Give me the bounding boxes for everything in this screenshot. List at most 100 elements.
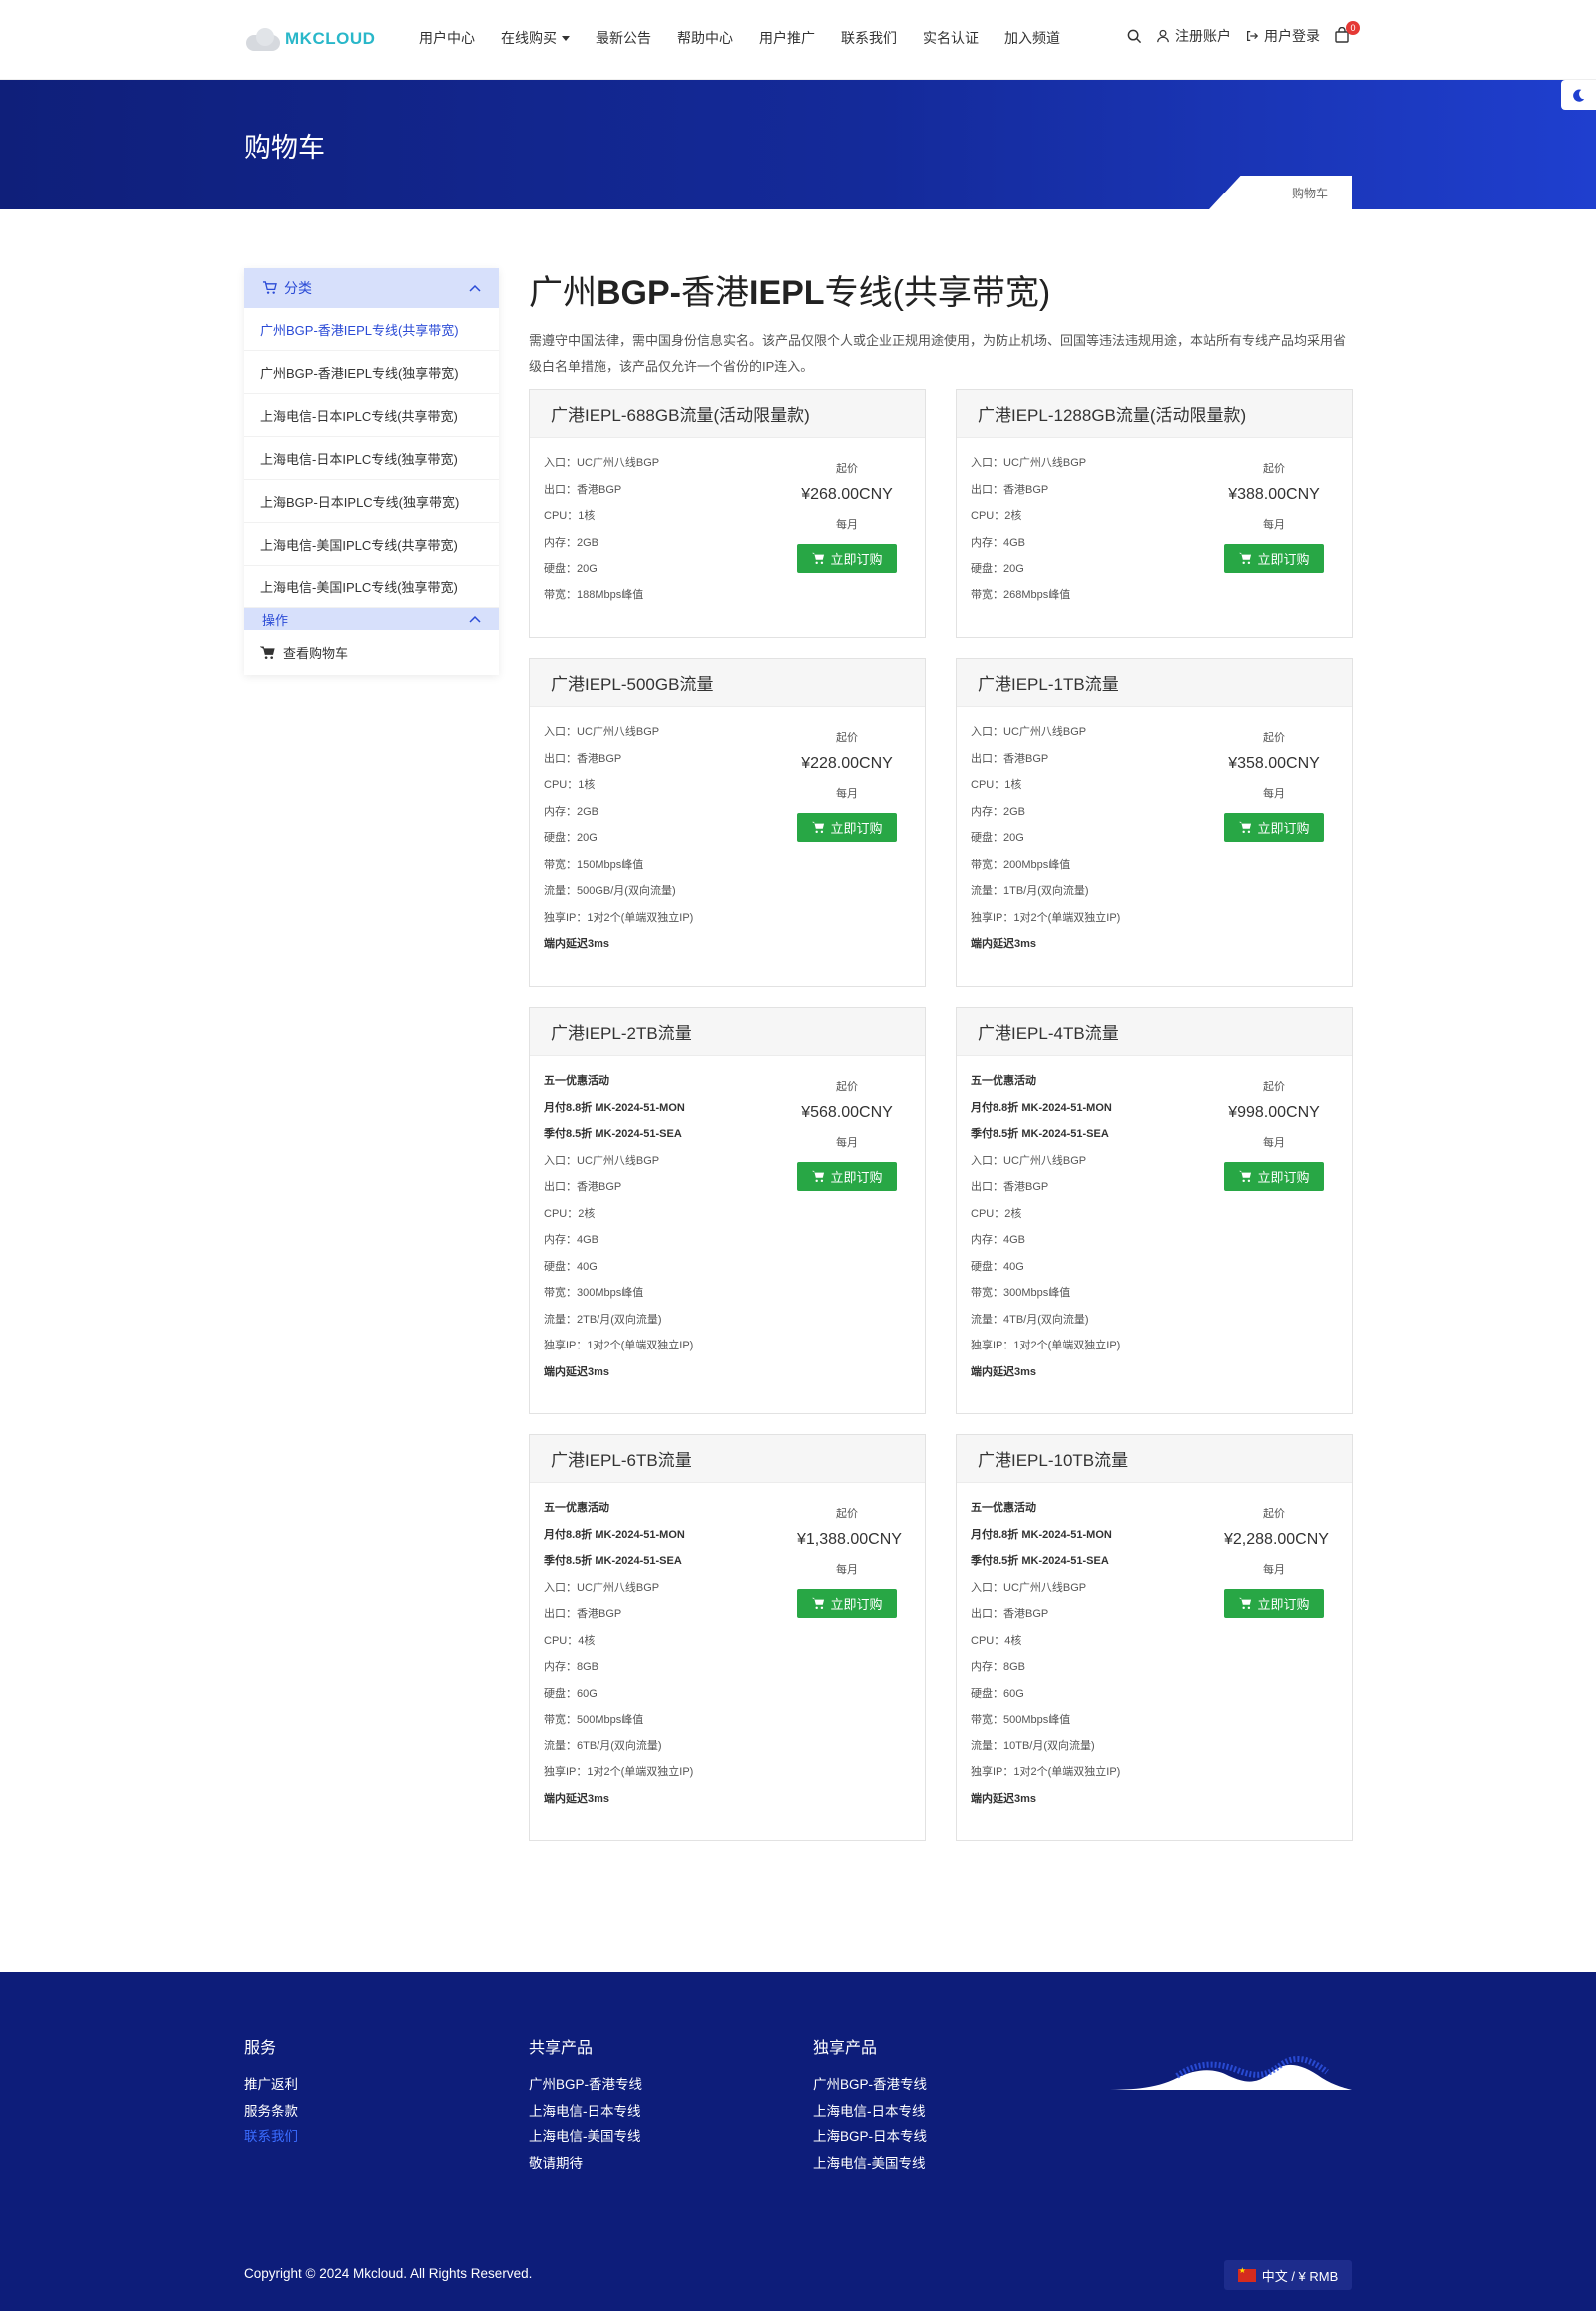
footer-link[interactable]: 上海电信-日本专线	[529, 2099, 642, 2125]
sidebar-item-sh-us-shared[interactable]: 上海电信-美国IPLC专线(共享带宽)	[244, 523, 499, 566]
price-from-label: 起价	[836, 732, 858, 744]
footer-link[interactable]: 上海电信-美国专线	[813, 2151, 927, 2178]
product-body: 五一优惠活动 月付8.8折 MK-2024-51-MON 季付8.5折 MK-202…	[530, 1483, 925, 1824]
product-feature: 硬盘：60G	[544, 1687, 598, 1700]
product-card: 广港IEPL-6TB流量 五一优惠活动 月付8.8折 MK-2024-51-MON 季…	[529, 1434, 926, 1841]
price-from-label: 起价	[1263, 1081, 1285, 1093]
menu-user-center[interactable]: 用户中心	[419, 28, 475, 48]
order-now-button[interactable]: 立即订购	[797, 1162, 897, 1191]
menu-verification[interactable]: 实名认证	[923, 28, 979, 48]
product-feature: 端内延迟3ms	[971, 938, 1037, 950]
footer-column-shared: 共享产品 广州BGP-香港专线 上海电信-日本专线 上海电信-美国专线 敬请期待	[529, 2034, 642, 2177]
menu-help-center[interactable]: 帮助中心	[677, 28, 733, 48]
product-feature: 硬盘：60G	[971, 1687, 1024, 1700]
category-header[interactable]: 分类	[244, 268, 499, 308]
price-from-label: 起价	[836, 1508, 858, 1520]
view-cart-link[interactable]: 查看购物车	[244, 630, 499, 675]
cart-icon	[812, 1170, 825, 1183]
product-feature: 内存：8GB	[544, 1661, 599, 1673]
menu-announcements[interactable]: 最新公告	[596, 28, 651, 48]
footer-link[interactable]: 上海BGP-日本专线	[813, 2124, 927, 2151]
menu-affiliate[interactable]: 用户推广	[759, 28, 815, 48]
breadcrumb-current: 购物车	[1291, 187, 1328, 200]
product-feature: 带宽：268Mbps峰值	[971, 588, 1071, 601]
site-logo[interactable]: MKCLOUD	[244, 24, 375, 54]
register-link[interactable]: 注册账户	[1156, 26, 1231, 46]
order-now-button[interactable]: 立即订购	[1224, 1162, 1324, 1191]
language-currency-selector[interactable]: 中文 / ¥ RMB	[1224, 2260, 1352, 2290]
footer-link[interactable]: 上海电信-美国专线	[529, 2124, 642, 2151]
product-name: 广港IEPL-500GB流量	[530, 659, 925, 707]
footer-link[interactable]: 广州BGP-香港专线	[813, 2072, 927, 2099]
product-feature: 带宽：188Mbps峰值	[544, 588, 644, 601]
dark-mode-toggle[interactable]	[1561, 80, 1596, 110]
footer-link[interactable]: 联系我们	[244, 2124, 298, 2151]
sidebar-item-sh-jp-shared[interactable]: 上海电信-日本IPLC专线(共享带宽)	[244, 394, 499, 437]
footer-link[interactable]: 推广返利	[244, 2072, 298, 2099]
login-label: 用户登录	[1264, 28, 1320, 44]
sidebar-item-shbgp-jp-dedicated[interactable]: 上海BGP-日本IPLC专线(独享带宽)	[244, 480, 499, 523]
product-feature: 硬盘：40G	[971, 1260, 1024, 1273]
cart-icon	[812, 1597, 825, 1610]
search-button[interactable]	[1127, 29, 1142, 44]
sidebar-item-gz-hk-shared[interactable]: 广州BGP-香港IEPL专线(共享带宽)	[244, 308, 499, 351]
view-cart-label: 查看购物车	[283, 646, 349, 661]
actions-header[interactable]: 操作	[244, 608, 499, 630]
menu-buy-online[interactable]: 在线购买	[501, 28, 570, 48]
cart-icon	[1239, 552, 1252, 565]
product-feature: 端内延迟3ms	[971, 1365, 1037, 1378]
price-amount: ¥228.00CNY	[801, 755, 893, 772]
price-amount: ¥268.00CNY	[801, 486, 893, 503]
cart-icon	[262, 281, 277, 294]
product-feature: 内存：8GB	[971, 1661, 1026, 1673]
footer-link[interactable]: 广州BGP-香港专线	[529, 2072, 642, 2099]
billing-cycle: 每月	[836, 788, 858, 800]
chevron-up-icon	[469, 284, 481, 292]
cart-icon	[1239, 1597, 1252, 1610]
sidebar-item-sh-jp-dedicated[interactable]: 上海电信-日本IPLC专线(独享带宽)	[244, 437, 499, 480]
footer-link[interactable]: 上海电信-日本专线	[813, 2099, 927, 2125]
product-name: 广港IEPL-10TB流量	[957, 1435, 1352, 1483]
chevron-down-icon	[562, 35, 570, 41]
sidebar: 分类 广州BGP-香港IEPL专线(共享带宽) 广州BGP-香港IEPL专线(独…	[244, 268, 499, 675]
billing-cycle: 每月	[836, 519, 858, 531]
top-navbar: MKCLOUD 用户中心 在线购买 最新公告 帮助中心 用户推广 联系我们 实名…	[0, 0, 1596, 80]
menu-contact[interactable]: 联系我们	[841, 28, 897, 48]
group-description: 需遵守中国法律，需中国身份信息实名。该产品仅限个人或企业正规用途使用，为防止机场…	[529, 333, 1347, 374]
price-box: 起价 ¥998.00CNY 每月 立即订购	[1224, 1078, 1324, 1191]
price-amount: ¥568.00CNY	[801, 1104, 893, 1121]
product-body: 五一优惠活动 月付8.8折 MK-2024-51-MON 季付8.5折 MK-202…	[957, 1056, 1352, 1397]
product-feature: CPU：4核	[544, 1634, 596, 1647]
product-name: 广港IEPL-6TB流量	[530, 1435, 925, 1483]
product-feature: 带宽：300Mbps峰值	[544, 1287, 644, 1299]
footer-link[interactable]: 敬请期待	[529, 2151, 642, 2178]
order-now-button[interactable]: 立即订购	[1224, 1589, 1324, 1618]
product-feature: 独享IP：1对2个(单端双独立IP)	[971, 911, 1121, 924]
order-now-button[interactable]: 立即订购	[797, 544, 897, 573]
footer-link[interactable]: 服务条款	[244, 2099, 298, 2125]
product-name: 广港IEPL-1288GB流量(活动限量款)	[957, 390, 1352, 438]
order-now-button[interactable]: 立即订购	[1224, 813, 1324, 842]
sidebar-item-gz-hk-dedicated[interactable]: 广州BGP-香港IEPL专线(独享带宽)	[244, 351, 499, 394]
page-banner: 购物车 购物车	[0, 80, 1596, 209]
order-now-label: 立即订购	[1257, 1597, 1310, 1612]
price-box: 起价 ¥228.00CNY 每月立即订购	[797, 729, 897, 842]
price-box: 起价 ¥388.00CNY 每月 立即订购	[1224, 460, 1324, 573]
order-now-label: 立即订购	[830, 1170, 883, 1185]
order-now-button[interactable]: 立即订购	[1224, 544, 1324, 573]
order-now-label: 立即订购	[1257, 821, 1310, 836]
product-body: 入口：UC广州八线BGP 出口：香港BGP CPU：1核 内存：2GB 硬盘：20G 带宽…	[530, 707, 925, 969]
product-feature: 端内延迟3ms	[544, 1792, 610, 1805]
logo-text: MKCLOUD	[285, 29, 376, 48]
order-now-button[interactable]: 立即订购	[797, 1589, 897, 1618]
product-feature: 独享IP：1对2个(单端双独立IP)	[544, 1766, 694, 1778]
chevron-up-icon	[469, 615, 481, 623]
login-link[interactable]: 用户登录	[1245, 26, 1320, 46]
product-feature: 流量：6TB/月(双向流量)	[544, 1739, 662, 1752]
user-icon	[1157, 29, 1169, 43]
order-now-button[interactable]: 立即订购	[797, 813, 897, 842]
sidebar-item-sh-us-dedicated[interactable]: 上海电信-美国IPLC专线(独享带宽)	[244, 566, 499, 608]
header-cart-button[interactable]: 0	[1334, 21, 1360, 45]
menu-join-channel[interactable]: 加入频道	[1004, 28, 1060, 48]
footer-column-dedicated: 独享产品 广州BGP-香港专线 上海电信-日本专线 上海BGP-日本专线 上海电…	[813, 2034, 927, 2177]
